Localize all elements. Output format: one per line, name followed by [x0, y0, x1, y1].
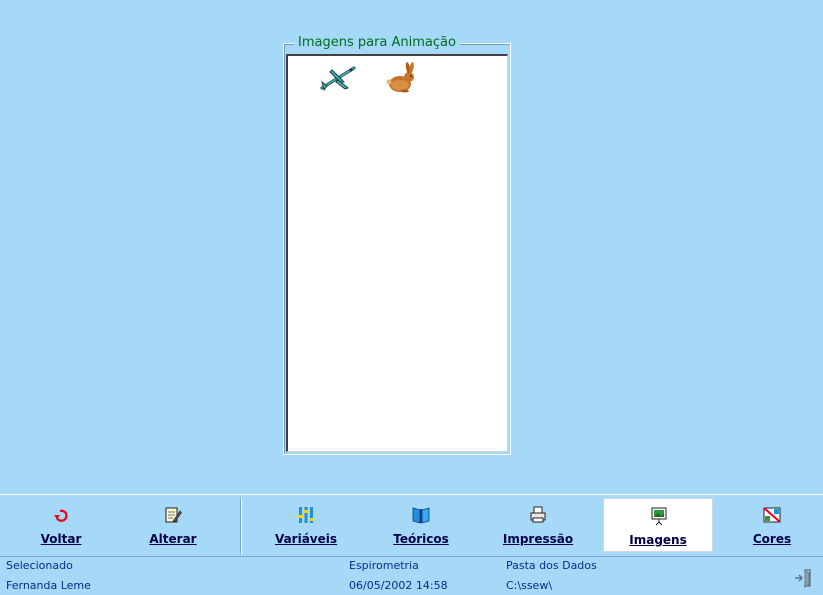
- variaveis-button[interactable]: Variáveis: [251, 498, 361, 552]
- status-exam: Espirometria: [349, 559, 419, 572]
- picture-easel-icon: [651, 507, 667, 526]
- undo-arrow-icon: [54, 509, 68, 522]
- cores-button[interactable]: Cores: [717, 498, 823, 552]
- status-bar: Selecionado Fernanda Leme Espirometria 0…: [0, 556, 823, 595]
- bottom-toolbar: Voltar Alterar Variáveis Teóricos Impres…: [0, 494, 823, 556]
- status-data-folder-label: Pasta dos Dados: [506, 559, 597, 572]
- status-user-name: Fernanda Leme: [6, 579, 91, 592]
- impressao-label: Impressão: [502, 532, 574, 546]
- animation-images-group: Imagens para Animação: [283, 34, 511, 455]
- animation-images-list[interactable]: [286, 54, 508, 452]
- colors-icon: [763, 507, 781, 523]
- alterar-label: Alterar: [149, 532, 197, 546]
- book-icon: [412, 507, 430, 524]
- animation-images-title: Imagens para Animação: [294, 34, 460, 51]
- printer-icon: [530, 506, 546, 523]
- imagens-button[interactable]: Imagens: [603, 498, 713, 552]
- variaveis-label: Variáveis: [274, 532, 338, 546]
- imagens-label: Imagens: [629, 533, 687, 547]
- alterar-button[interactable]: Alterar: [118, 498, 228, 552]
- status-data-folder-path: C:\ssew\: [506, 579, 553, 592]
- voltar-label: Voltar: [40, 532, 82, 546]
- teoricos-button[interactable]: Teóricos: [366, 498, 476, 552]
- cores-label: Cores: [752, 532, 792, 546]
- status-selected-label: Selecionado: [6, 559, 73, 572]
- rabbit-icon: [386, 62, 414, 93]
- rabbit-image[interactable]: [381, 60, 421, 96]
- airplane-image[interactable]: [318, 60, 358, 96]
- impressao-button[interactable]: Impressão: [483, 498, 593, 552]
- edit-document-icon: [165, 507, 182, 523]
- teoricos-label: Teóricos: [393, 532, 449, 546]
- variables-icon: [298, 507, 314, 523]
- airplane-icon: [320, 66, 356, 92]
- status-datetime: 06/05/2002 14:58: [349, 579, 448, 592]
- voltar-button[interactable]: Voltar: [6, 498, 116, 552]
- toolbar-separator: [241, 497, 242, 554]
- exit-door-icon[interactable]: [793, 567, 815, 589]
